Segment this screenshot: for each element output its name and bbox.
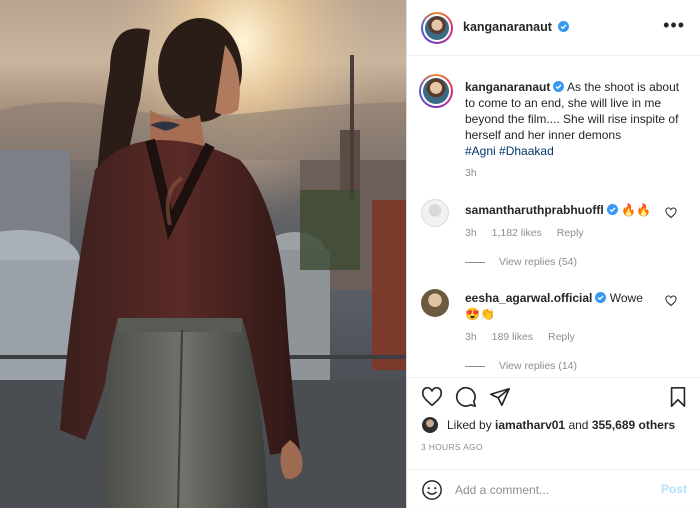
comment-line: eesha_agarwal.official Wowe 😍👏 bbox=[465, 290, 665, 322]
liked-by-user[interactable]: iamatharv01 bbox=[495, 418, 565, 432]
comment-likes[interactable]: 189 likes bbox=[492, 331, 533, 343]
verified-badge-icon bbox=[553, 81, 565, 92]
caption-text-block: kanganaranaut As the shoot is about to c… bbox=[465, 79, 687, 159]
instagram-post: kanganaranaut ••• kanganaranaut As the s… bbox=[0, 0, 700, 508]
comment-time[interactable]: 3h bbox=[465, 331, 477, 343]
author-name-row: kanganaranaut bbox=[463, 20, 570, 34]
comment-username[interactable]: samantharuthprabhuoffl bbox=[465, 203, 604, 217]
post-comment-button[interactable]: Post bbox=[661, 482, 687, 496]
author-username[interactable]: kanganaranaut bbox=[463, 20, 552, 34]
comment-username[interactable]: eesha_agarwal.official bbox=[465, 291, 592, 305]
like-heart-icon[interactable] bbox=[421, 386, 443, 408]
post-photo[interactable] bbox=[0, 0, 406, 508]
comment-meta: 3h 189 likes Reply bbox=[465, 331, 587, 343]
verified-badge-icon bbox=[595, 292, 607, 303]
view-replies[interactable]: View replies (14) bbox=[465, 360, 577, 372]
liked-by-others[interactable]: 355,689 others bbox=[592, 418, 675, 432]
emoji-smiley-icon[interactable] bbox=[421, 479, 443, 501]
replies-dash bbox=[465, 261, 485, 263]
add-comment-input[interactable] bbox=[455, 479, 645, 501]
hashtag-agni[interactable]: #Agni bbox=[465, 144, 496, 158]
commenter-avatar[interactable] bbox=[421, 289, 449, 317]
replies-dash bbox=[465, 365, 485, 367]
comment-bubble-icon[interactable] bbox=[455, 386, 477, 408]
verified-badge-icon bbox=[558, 21, 570, 32]
liked-by-and: and bbox=[568, 418, 589, 432]
hashtag-dhaakad[interactable]: #Dhaakad bbox=[499, 144, 554, 158]
save-bookmark-icon[interactable] bbox=[667, 386, 689, 408]
comment-meta: 3h 1,182 likes Reply bbox=[465, 227, 596, 239]
photo-illustration bbox=[0, 0, 406, 508]
view-replies[interactable]: View replies (54) bbox=[465, 256, 577, 268]
liker-avatar[interactable] bbox=[421, 416, 439, 434]
comment-likes[interactable]: 1,182 likes bbox=[492, 227, 542, 239]
caption-avatar[interactable] bbox=[419, 74, 453, 108]
liked-by-prefix: Liked by bbox=[447, 418, 492, 432]
comment-time[interactable]: 3h bbox=[465, 227, 477, 239]
comment-line: samantharuthprabhuoffl 🔥🔥 bbox=[465, 202, 665, 218]
add-comment-bar: Post bbox=[407, 469, 700, 509]
comment-emoji: 😍👏 bbox=[465, 307, 495, 321]
view-replies-label[interactable]: View replies (14) bbox=[499, 360, 577, 372]
liked-by-row: Liked by iamatharv01 and 355,689 others bbox=[421, 416, 675, 434]
comment-like-heart-icon[interactable] bbox=[665, 295, 677, 307]
comment-like-heart-icon[interactable] bbox=[665, 207, 677, 219]
caption-username[interactable]: kanganaranaut bbox=[465, 80, 550, 94]
post-actions: Liked by iamatharv01 and 355,689 others … bbox=[407, 377, 700, 508]
comment-text: Wowe bbox=[609, 291, 643, 305]
comment-reply-button[interactable]: Reply bbox=[548, 331, 575, 343]
comment-reply-button[interactable]: Reply bbox=[557, 227, 584, 239]
view-replies-label[interactable]: View replies (54) bbox=[499, 256, 577, 268]
commenter-avatar[interactable] bbox=[421, 199, 449, 227]
author-avatar[interactable] bbox=[421, 12, 453, 44]
post-timestamp[interactable]: 3 HOURS AGO bbox=[421, 442, 483, 452]
share-paper-plane-icon[interactable] bbox=[489, 386, 511, 408]
verified-badge-icon bbox=[606, 204, 618, 215]
comment-text: 🔥🔥 bbox=[621, 203, 651, 217]
more-horizontal-icon[interactable]: ••• bbox=[663, 16, 685, 34]
post-header: kanganaranaut ••• bbox=[407, 0, 700, 56]
post-side-panel: kanganaranaut ••• kanganaranaut As the s… bbox=[406, 0, 700, 508]
caption-time[interactable]: 3h bbox=[465, 167, 477, 179]
